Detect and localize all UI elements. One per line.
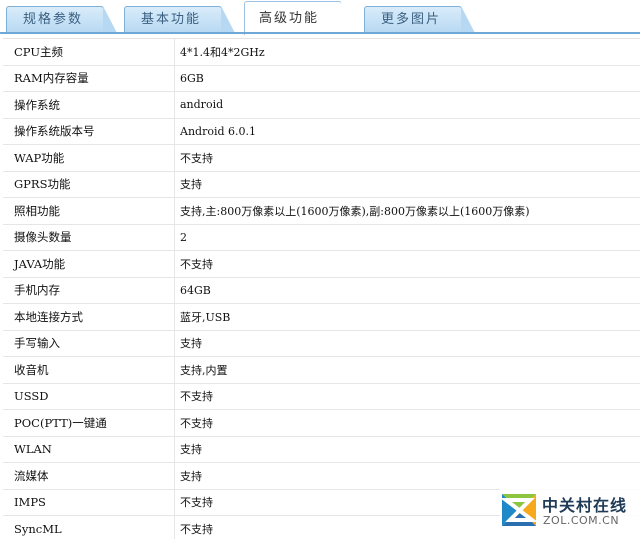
spec-value: 不支持 (180, 151, 213, 165)
table-row: 收音机 支持,内置 (3, 357, 640, 384)
table-row: JAVA功能 不支持 (3, 251, 640, 278)
tab-bar-divider (0, 32, 640, 34)
table-row: 本地连接方式 蓝牙,USB (3, 304, 640, 331)
table-row: 照相功能 支持,主:800万像素以上(1600万像素),副:800万像素以上(16… (3, 198, 640, 225)
spec-value: android (180, 98, 224, 112)
spec-label: 本地连接方式 (14, 309, 83, 324)
zol-logo-icon (500, 494, 538, 526)
table-row: 手写输入 支持 (3, 330, 640, 357)
spec-label: POC(PTT)一键通 (14, 415, 107, 430)
spec-value: 支持 (180, 443, 202, 457)
spec-label: 操作系统版本号 (14, 124, 95, 139)
table-row: 摄像头数量 2 (3, 224, 640, 251)
spec-label: IMPS (14, 495, 46, 510)
watermark-domain: ZOL.COM.CN (543, 514, 620, 527)
table-row: GPRS功能 支持 (3, 171, 640, 198)
spec-label: 手机内存 (14, 283, 60, 298)
spec-table: CPU主频 4*1.4和4*2GHz RAM内存容量 6GB 操作系统 android 操作… (3, 38, 640, 539)
zol-watermark: 中关村在线 ZOL.COM.CN (500, 488, 640, 536)
spec-label: WLAN (14, 442, 52, 457)
spec-value: 不支持 (180, 522, 213, 536)
table-row: CPU主频 4*1.4和4*2GHz (3, 39, 640, 66)
spec-label: 收音机 (14, 362, 49, 377)
spec-label: 操作系统 (14, 97, 60, 112)
spec-value: 不支持 (180, 416, 213, 430)
table-row: 流媒体 支持 (3, 463, 640, 490)
watermark-name: 中关村在线 (542, 496, 628, 515)
spec-value: 不支持 (180, 257, 213, 271)
spec-value: 支持,内置 (180, 363, 228, 377)
tab-specs[interactable]: 规格参数 (6, 6, 117, 33)
spec-label: CPU主频 (14, 44, 64, 59)
spec-label: JAVA功能 (14, 256, 66, 271)
table-row: 操作系统 android (3, 92, 640, 119)
spec-value: 不支持 (180, 496, 213, 510)
spec-value: 支持 (180, 178, 202, 192)
tab-more-images[interactable]: 更多图片 (364, 6, 475, 33)
spec-value: Android 6.0.1 (180, 124, 256, 138)
tab-basic-features[interactable]: 基本功能 (124, 6, 235, 33)
table-row: RAM内存容量 6GB (3, 65, 640, 92)
spec-value: 2 (180, 230, 187, 244)
spec-label: SyncML (14, 521, 62, 536)
table-row: 操作系统版本号 Android 6.0.1 (3, 118, 640, 145)
spec-label: WAP功能 (14, 150, 65, 165)
tab-advanced-features[interactable]: 高级功能 (244, 1, 355, 35)
spec-value: 4*1.4和4*2GHz (180, 45, 265, 59)
spec-label: 手写输入 (14, 336, 60, 351)
spec-label: 摄像头数量 (14, 230, 72, 245)
spec-value: 支持 (180, 337, 202, 351)
spec-label: 照相功能 (14, 203, 60, 218)
spec-value: 蓝牙,USB (180, 310, 231, 324)
spec-label: 流媒体 (14, 468, 49, 483)
table-row: WAP功能 不支持 (3, 145, 640, 172)
table-row: USSD 不支持 (3, 383, 640, 410)
spec-label: GPRS功能 (14, 177, 71, 192)
table-row: 手机内存 64GB (3, 277, 640, 304)
spec-value: 64GB (180, 283, 211, 297)
spec-value: 支持 (180, 469, 202, 483)
spec-label: USSD (14, 389, 49, 404)
spec-label: RAM内存容量 (14, 71, 89, 86)
spec-value: 支持,主:800万像素以上(1600万像素),副:800万像素以上(1600万像… (180, 204, 530, 218)
spec-value: 不支持 (180, 390, 213, 404)
tab-bar: 规格参数 基本功能 更多图片 高级功能 (0, 0, 640, 38)
table-row: POC(PTT)一键通 不支持 (3, 410, 640, 437)
table-row: WLAN 支持 (3, 436, 640, 463)
spec-value: 6GB (180, 71, 204, 85)
